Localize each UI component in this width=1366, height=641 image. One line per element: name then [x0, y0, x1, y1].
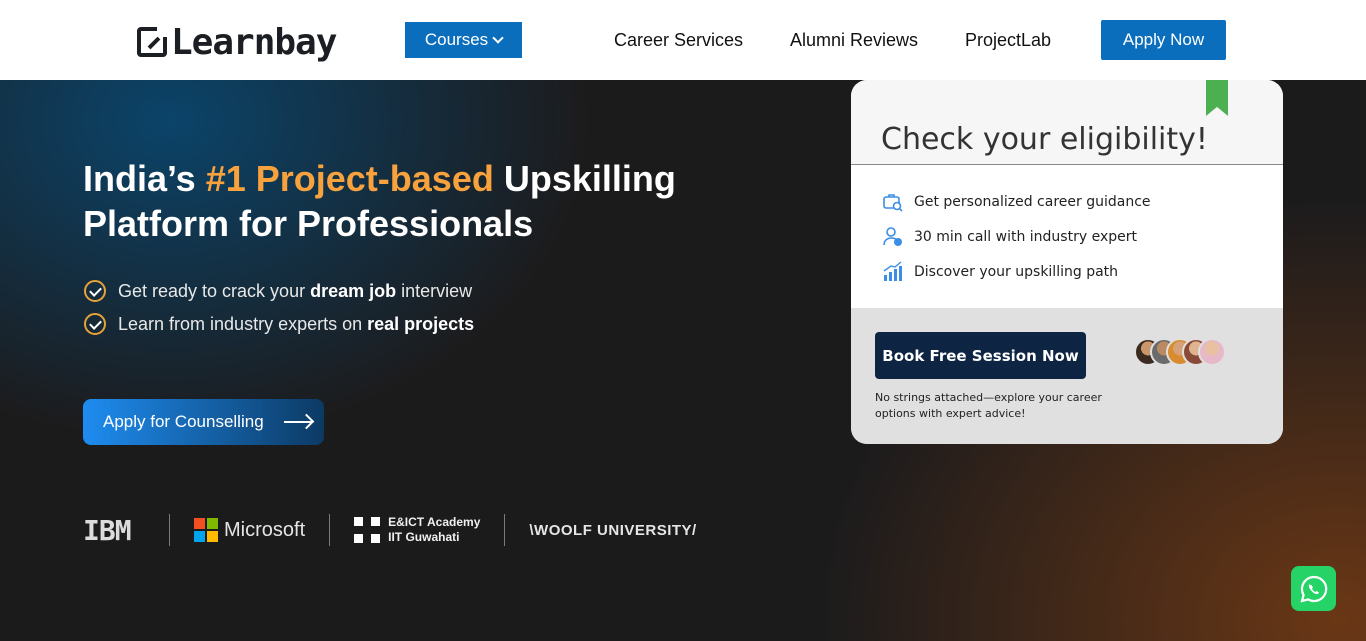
- hero-bullet-real-projects: Learn from industry experts on real proj…: [84, 313, 474, 335]
- avatar: [1198, 338, 1226, 366]
- bullet1-pre: Get ready to crack your: [118, 280, 311, 301]
- bullet2-bold: real projects: [367, 313, 475, 334]
- feature-item: Get personalized career guidance: [851, 184, 1283, 219]
- chevron-down-icon: [492, 32, 504, 44]
- check-badge-icon: [84, 280, 106, 302]
- courses-dropdown-button[interactable]: Courses: [405, 22, 522, 58]
- whatsapp-icon: [1299, 575, 1327, 603]
- bookmark-ribbon-icon: [1206, 80, 1228, 116]
- courses-label: Courses: [424, 30, 489, 49]
- eict-academy-logo-text: E&ICT Academy IIT Guwahati: [388, 515, 480, 545]
- book-free-session-button[interactable]: Book Free Session Now: [875, 332, 1086, 379]
- hero-title-part1: India’s: [83, 158, 206, 199]
- feature-item: 30 min call with industry expert: [851, 219, 1283, 254]
- logo-text: Learnbay: [171, 21, 337, 63]
- divider: [504, 514, 506, 546]
- no-strings-note: No strings attached—explore your career …: [875, 391, 1102, 420]
- divider: [169, 514, 170, 546]
- eict-line2: IIT Guwahati: [388, 530, 460, 544]
- partner-logos: IBM Microsoft E&ICT Academy IIT Guwahati…: [83, 513, 697, 547]
- bullet2-pre: Learn from industry experts on: [118, 313, 368, 334]
- nav-projectlab[interactable]: ProjectLab: [965, 30, 1051, 51]
- feature-item: Discover your upskilling path: [851, 254, 1283, 289]
- bullet-text: Get ready to crack your dream job interv…: [118, 281, 472, 302]
- logo-mark-icon: [137, 25, 169, 57]
- feature-text: Discover your upskilling path: [914, 263, 1119, 280]
- nav-career-services[interactable]: Career Services: [614, 30, 743, 51]
- feature-text: Get personalized career guidance: [914, 193, 1151, 210]
- bullet1-bold: dream job: [310, 280, 397, 301]
- apply-now-button[interactable]: Apply Now: [1101, 20, 1226, 60]
- card-title: Check your eligibility!: [881, 122, 1208, 157]
- counselling-label: Apply for Counselling: [103, 412, 264, 431]
- eligibility-card: Check your eligibility! Get personalized…: [851, 80, 1283, 444]
- expert-avatars: [1134, 338, 1226, 366]
- card-header: Check your eligibility!: [851, 80, 1283, 165]
- check-badge-icon: [84, 313, 106, 335]
- user-call-icon: [883, 226, 902, 246]
- hero-bullet-dream-job: Get ready to crack your dream job interv…: [84, 280, 472, 302]
- briefcase-search-icon: [883, 193, 903, 212]
- whatsapp-chat-button[interactable]: [1291, 566, 1336, 611]
- arrow-right-icon: [283, 421, 312, 423]
- card-footer: Book Free Session Now No strings attache…: [851, 308, 1283, 444]
- ibm-logo: IBM: [83, 514, 145, 547]
- growth-chart-icon: [883, 260, 902, 281]
- divider: [329, 514, 331, 546]
- microsoft-logo-text: Microsoft: [224, 518, 306, 541]
- bullet-text: Learn from industry experts on real proj…: [118, 314, 474, 335]
- eict-line1: E&ICT Academy: [388, 515, 481, 529]
- microsoft-logo-icon: [194, 518, 218, 542]
- nav-alumni-reviews[interactable]: Alumni Reviews: [790, 30, 918, 51]
- bullet1-post: interview: [396, 280, 473, 301]
- hero-title: India’s #1 Project-based Upskilling Plat…: [83, 156, 723, 246]
- site-header: Learnbay Courses Career Services Alumni …: [0, 0, 1366, 80]
- card-features: Get personalized career guidance 30 min …: [851, 165, 1283, 308]
- apply-for-counselling-button[interactable]: Apply for Counselling: [83, 399, 324, 445]
- feature-text: 30 min call with industry expert: [914, 228, 1137, 245]
- eict-academy-logo-icon: [354, 517, 381, 543]
- learnbay-logo[interactable]: Learnbay: [137, 20, 337, 64]
- woolf-university-logo: \WOOLF UNIVERSITY/: [529, 521, 697, 539]
- hero-title-highlight: #1 Project-based: [205, 158, 494, 199]
